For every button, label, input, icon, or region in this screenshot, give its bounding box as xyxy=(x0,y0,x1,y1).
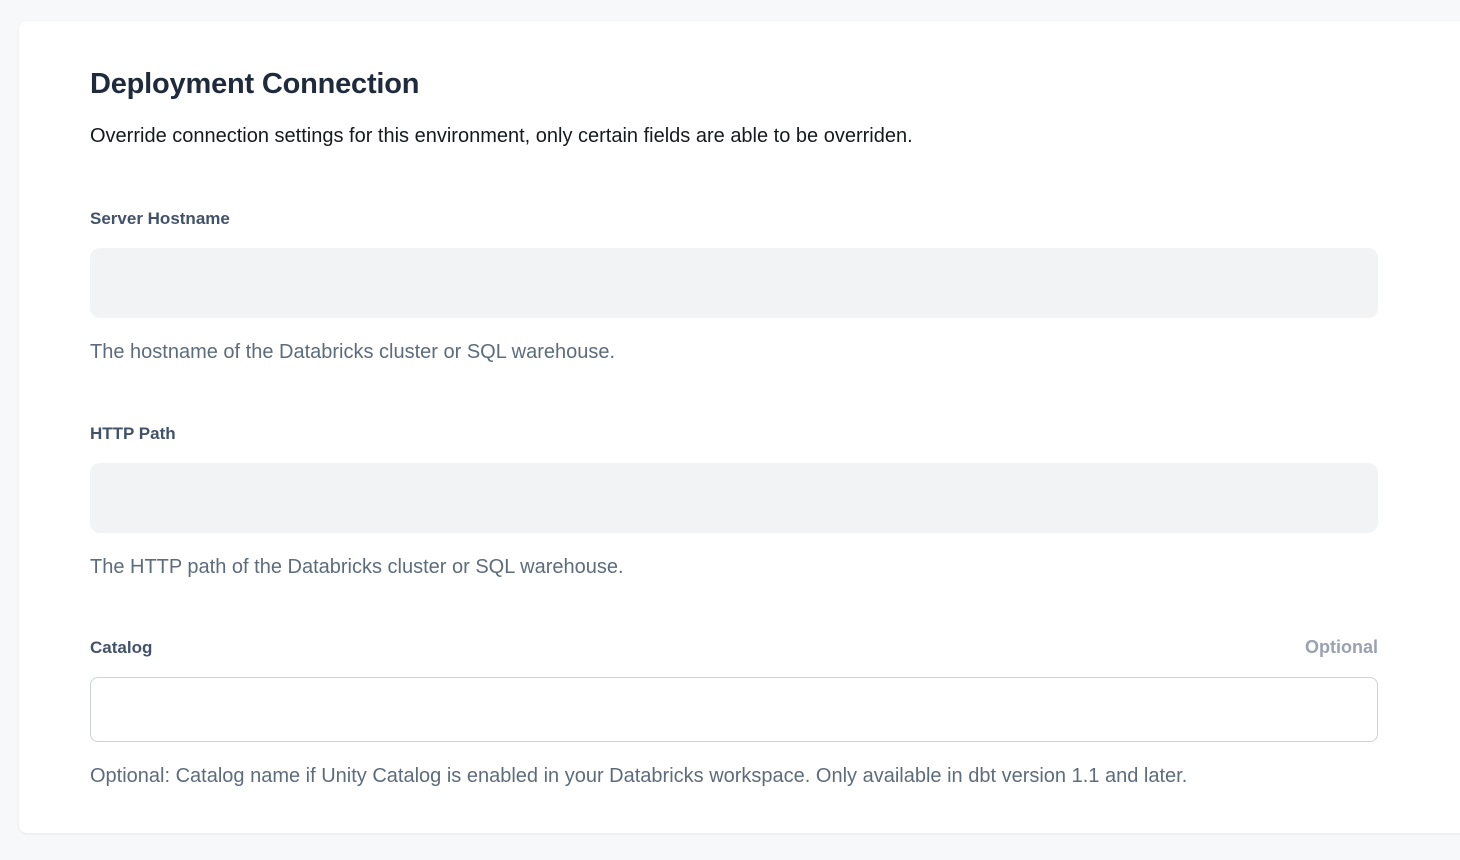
label-row: Catalog Optional xyxy=(90,636,1378,659)
label-row: Server Hostname xyxy=(90,208,1378,230)
server-hostname-label: Server Hostname xyxy=(90,208,230,230)
page-subtitle: Override connection settings for this en… xyxy=(90,123,1378,150)
field-group-catalog: Catalog Optional Optional: Catalog name … xyxy=(90,636,1378,789)
card-content: Deployment Connection Override connectio… xyxy=(19,21,1378,789)
http-path-help-text: The HTTP path of the Databricks cluster … xyxy=(90,554,1378,580)
label-row: HTTP Path xyxy=(90,423,1378,445)
http-path-label: HTTP Path xyxy=(90,423,176,445)
deployment-connection-card: Deployment Connection Override connectio… xyxy=(19,21,1460,833)
field-group-http-path: HTTP Path The HTTP path of the Databrick… xyxy=(90,423,1378,580)
optional-badge: Optional xyxy=(1305,636,1378,658)
page-title: Deployment Connection xyxy=(90,65,1378,103)
catalog-help-text: Optional: Catalog name if Unity Catalog … xyxy=(90,763,1378,789)
field-group-server-hostname: Server Hostname The hostname of the Data… xyxy=(90,208,1378,365)
catalog-label: Catalog xyxy=(90,637,152,659)
server-hostname-help-text: The hostname of the Databricks cluster o… xyxy=(90,339,1378,365)
http-path-input xyxy=(90,463,1378,533)
catalog-input[interactable] xyxy=(90,677,1378,742)
server-hostname-input xyxy=(90,248,1378,318)
